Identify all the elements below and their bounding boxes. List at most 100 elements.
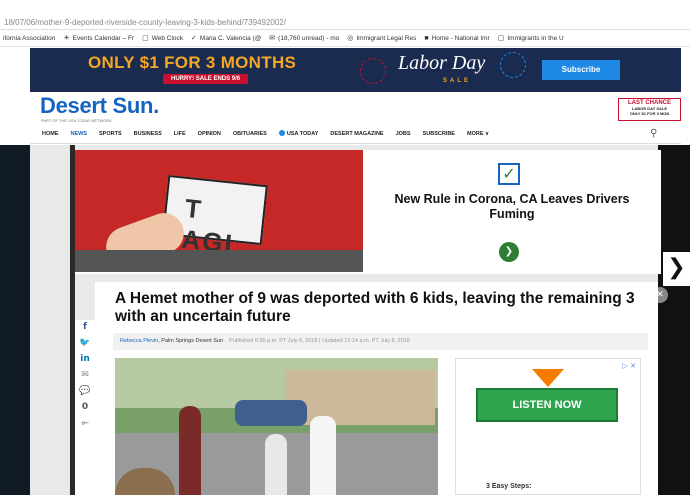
ad-headline[interactable]: New Rule in Corona, CA Leaves Drivers Fu… xyxy=(380,192,644,222)
right-gutter xyxy=(658,145,690,495)
address-bar[interactable]: 18/07/06/mother-9-deported-riverside-cou… xyxy=(0,0,690,30)
nav-item-jobs[interactable]: JOBS xyxy=(396,125,411,144)
nav-item-business[interactable]: BUSINESS xyxy=(134,125,162,144)
next-arrow-icon[interactable]: ❯ xyxy=(663,252,690,286)
bookmark-item[interactable]: ☀ Events Calendar – Fr xyxy=(63,31,135,46)
bookmark-icon: ■ xyxy=(424,35,429,42)
last-chance-ad[interactable]: LAST CHANCE LABOR DAY SALE ONLY $1 FOR 3… xyxy=(618,98,681,121)
nav-item-label: NEWS xyxy=(70,131,88,137)
nav-item-label: DESERT MAGAZINE xyxy=(330,131,384,137)
nav-item-label: SPORTS xyxy=(99,131,122,137)
nav-item-desert-magazine[interactable]: DESERT MAGAZINE xyxy=(330,125,383,144)
author-link[interactable]: Rebecca Plevin xyxy=(120,338,158,344)
bookmark-label: Immigrants in the U xyxy=(507,35,564,42)
url-text[interactable]: 18/07/06/mother-9-deported-riverside-cou… xyxy=(4,18,286,27)
site-logo[interactable]: Desert Sun. xyxy=(40,93,159,119)
photo-car xyxy=(235,400,307,426)
promo-holiday: Labor Day xyxy=(398,52,486,74)
firework-decoration xyxy=(500,52,526,78)
ground-shape xyxy=(75,250,363,272)
bookmark-icon: ▢ xyxy=(142,35,149,42)
nav-item-life[interactable]: LIFE xyxy=(174,125,186,144)
bookmark-label: ifornia Association xyxy=(3,35,56,42)
bookmark-icon: ▢ xyxy=(497,35,505,42)
article: A Hemet mother of 9 was deported with 6 … xyxy=(95,282,658,495)
email-icon[interactable]: ✉ xyxy=(75,370,95,380)
bookmark-item[interactable]: ▢ Immigrants in the U xyxy=(497,31,564,46)
last-chance-line2: ONLY $1 FOR 3 MON xyxy=(629,111,670,116)
bookmark-item[interactable]: ◎ Immigrant Legal Res xyxy=(347,31,417,46)
nav-item-label: OBITUARIES xyxy=(232,131,267,137)
bookmark-label: Events Calendar – Fr xyxy=(72,35,135,42)
bookmark-label: (18,760 unread) - mo xyxy=(278,35,340,42)
main-nav: HOME NEWS SPORTS BUSINESS LIFE OPINION OBITUAR… xyxy=(30,125,681,144)
left-gutter xyxy=(0,145,30,495)
bookmark-icon: ✉ xyxy=(269,35,276,42)
ad-choices-icon[interactable]: ▷ ✕ xyxy=(623,362,636,370)
bookmark-item[interactable]: ✉ (18,760 unread) - mo xyxy=(269,31,340,46)
byline: Rebecca Plevin, Palm Springs Desert Sun … xyxy=(113,333,648,350)
article-photo[interactable] xyxy=(115,358,438,495)
nav-item-more[interactable]: MORE ∨ xyxy=(467,125,489,144)
nav-item-obituaries[interactable]: OBITUARIES xyxy=(233,125,267,144)
bookmark-label: Maria C. Valencia (@ xyxy=(199,35,262,42)
bookmark-item[interactable]: ifornia Association xyxy=(0,31,56,46)
search-icon[interactable]: ⚲ xyxy=(650,128,657,139)
comment-count: 0 xyxy=(81,402,89,412)
author-org: , Palm Springs Desert Sun xyxy=(158,338,224,344)
photo-person xyxy=(265,434,287,495)
twitter-icon[interactable]: 🐦 xyxy=(75,338,95,348)
down-arrow-icon xyxy=(532,369,564,387)
bookmark-item[interactable]: ■ Home - National Imr xyxy=(424,31,490,46)
nav-item-label: MORE xyxy=(466,131,484,137)
nav-item-label: JOBS xyxy=(395,131,411,137)
chevron-down-icon: ∨ xyxy=(483,131,490,137)
photo-person xyxy=(310,416,336,495)
bookmark-icon: ✓ xyxy=(191,35,197,42)
comment-icon[interactable]: 💬 xyxy=(75,386,95,396)
nav-item-label: OPINION xyxy=(197,131,221,137)
promo-sale-ends: HURRY! SALE ENDS 9/6 xyxy=(163,74,249,84)
nav-item-opinion[interactable]: OPINION xyxy=(198,125,221,144)
nav-item-news[interactable]: NEWS xyxy=(71,125,88,144)
sponsored-ad[interactable]: T AGI ✓ New Rule in Corona, CA Leaves Dr… xyxy=(75,150,661,274)
browser-page: 18/07/06/mother-9-deported-riverside-cou… xyxy=(0,0,690,495)
usa-today-dot-icon xyxy=(278,130,285,136)
firework-decoration xyxy=(360,58,386,84)
nav-item-usa-today[interactable]: USA TODAY xyxy=(278,125,319,144)
logo-tagline: PART OF THE USA TODAY NETWORK xyxy=(41,118,112,123)
linkedin-icon[interactable]: in xyxy=(75,354,95,364)
audio-ad[interactable]: ▷ ✕ LISTEN NOW 3 Easy Steps: xyxy=(455,358,641,495)
listen-now-button[interactable]: LISTEN NOW xyxy=(476,388,618,422)
promo-holiday-sub: SALE xyxy=(443,78,472,84)
bookmark-icon: ◎ xyxy=(347,35,354,42)
ad-steps: 3 Easy Steps: xyxy=(486,483,532,490)
bookmark-label: Immigrant Legal Res xyxy=(356,35,417,42)
bookmark-label: Home - National Imr xyxy=(431,35,490,42)
go-arrow-icon[interactable]: ❯ xyxy=(499,242,519,262)
bookmark-item[interactable]: ▢ Web Clock xyxy=(142,31,184,46)
checkbox-icon: ✓ xyxy=(498,163,520,185)
nav-item-label: USA TODAY xyxy=(286,131,319,137)
masthead: Desert Sun. PART OF THE USA TODAY NETWOR… xyxy=(30,93,681,125)
updated-date: | Updated 12:14 a.m. PT July 8, 2018 xyxy=(318,338,410,344)
subscribe-button[interactable]: Subscribe xyxy=(542,60,620,80)
nav-item-label: BUSINESS xyxy=(133,131,162,137)
facebook-icon[interactable]: f xyxy=(75,322,95,332)
article-title: A Hemet mother of 9 was deported with 6 … xyxy=(115,290,635,325)
bookmark-item[interactable]: ✓ Maria C. Valencia (@ xyxy=(191,31,262,46)
nav-item-label: LIFE xyxy=(173,131,186,137)
nav-item-label: HOME xyxy=(42,131,59,137)
nav-item-sports[interactable]: SPORTS xyxy=(99,125,122,144)
nav-item-subscribe[interactable]: SUBSCRIBE xyxy=(423,125,455,144)
share-icon[interactable]: ⟜ xyxy=(75,418,95,428)
social-share-rail: f 🐦 in ✉ 💬 0 ⟜ xyxy=(75,320,95,495)
promo-offer: ONLY $1 FOR 3 MONTHS xyxy=(88,53,297,72)
nav-item-home[interactable]: HOME xyxy=(42,125,59,144)
bookmarks-bar: ifornia Association ☀ Events Calendar – Fr… xyxy=(0,31,690,47)
published-date: Published 6:36 p.m. PT July 6, 2018 xyxy=(229,338,318,344)
promo-banner[interactable]: ONLY $1 FOR 3 MONTHS HURRY! SALE ENDS 9/… xyxy=(30,48,681,92)
bookmark-label: Web Clock xyxy=(151,35,184,42)
ad-image[interactable]: T AGI xyxy=(75,150,363,272)
photo-person xyxy=(179,406,201,495)
